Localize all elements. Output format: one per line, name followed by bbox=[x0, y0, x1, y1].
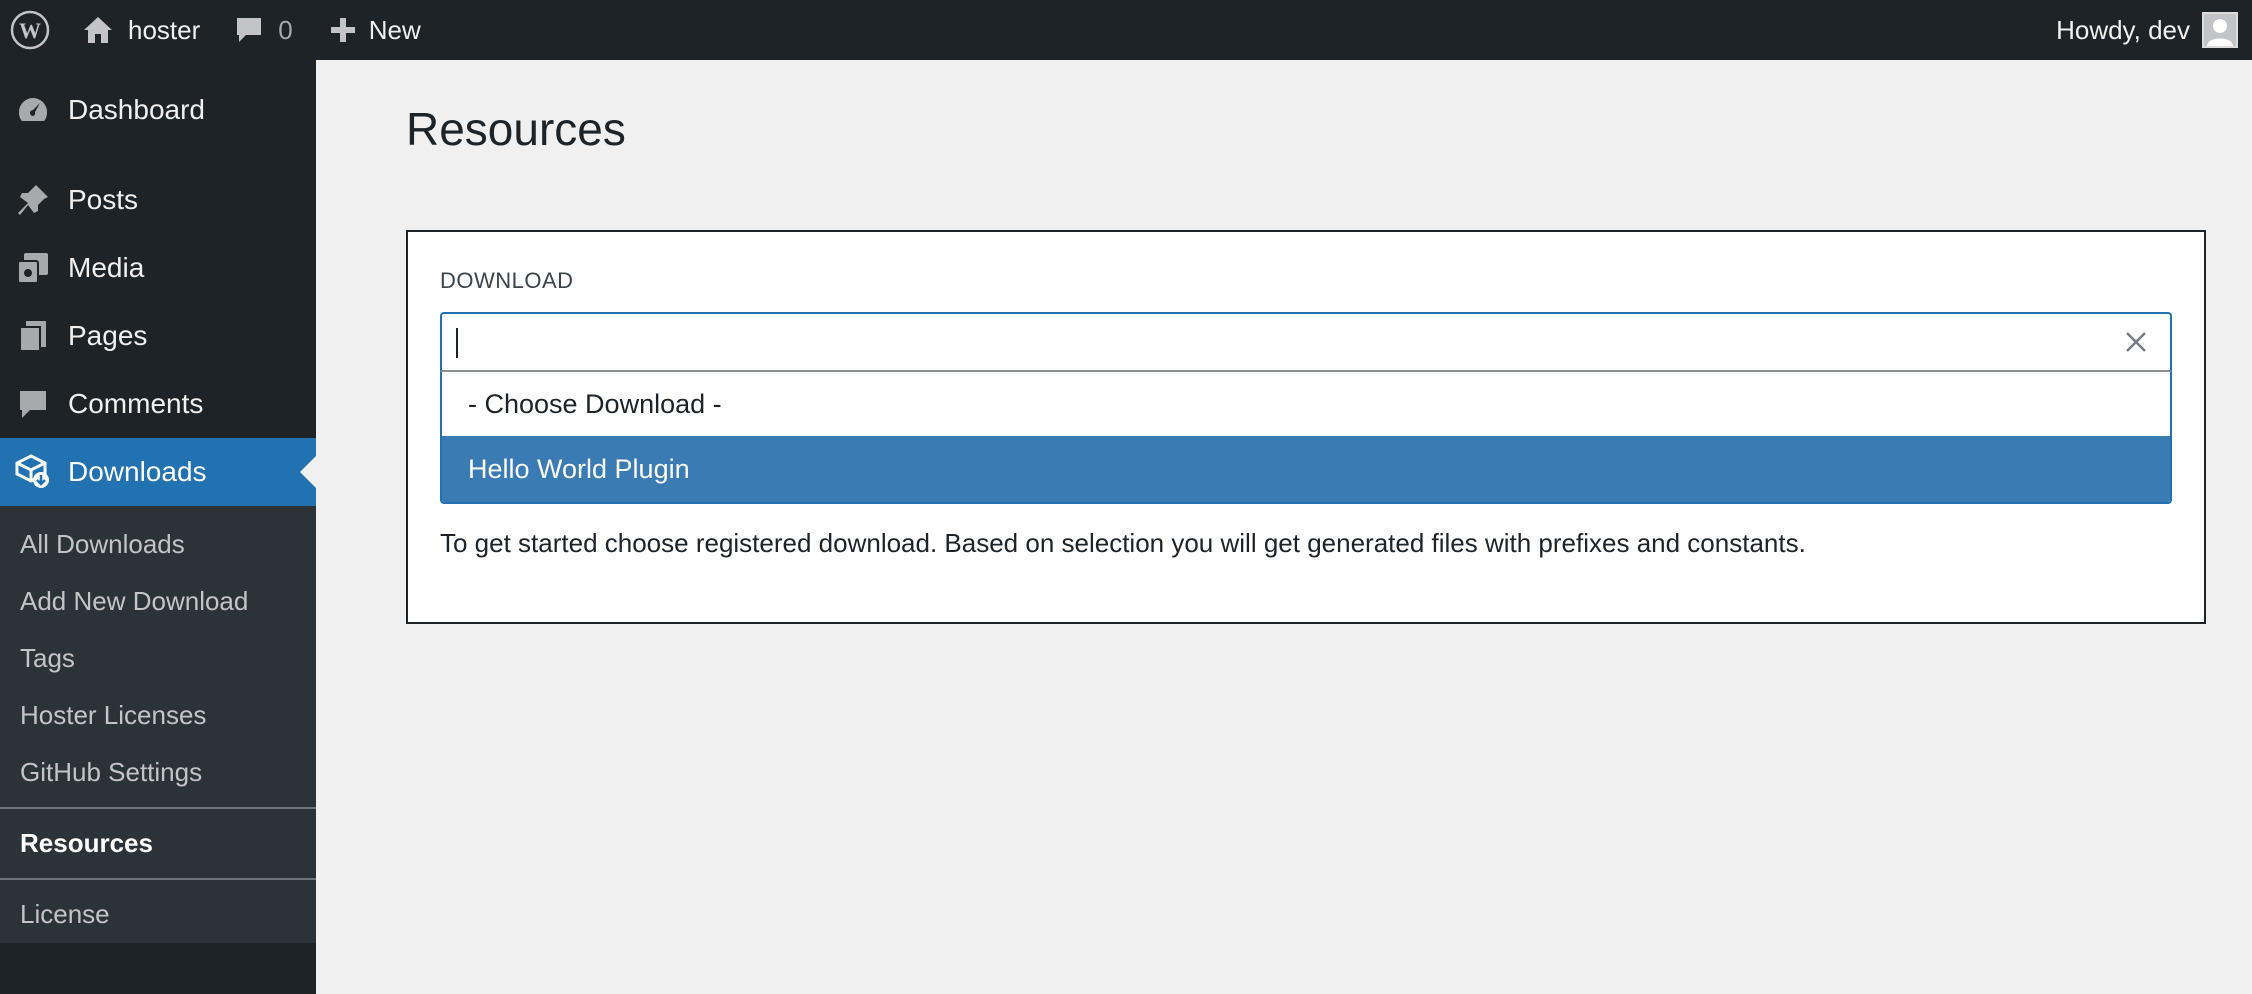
plus-icon bbox=[330, 18, 355, 42]
sidebar-item-label: Comments bbox=[68, 388, 204, 419]
text-caret bbox=[456, 328, 458, 358]
submenu-github-settings[interactable]: GitHub Settings bbox=[0, 744, 316, 801]
help-text: To get started choose registered downloa… bbox=[440, 528, 1806, 558]
sidebar-item-comments[interactable]: Comments bbox=[0, 370, 316, 438]
sidebar-item-label: Posts bbox=[68, 184, 139, 215]
sidebar-item-downloads[interactable]: Downloads bbox=[0, 438, 316, 506]
option-hello-world-plugin[interactable]: Hello World Plugin bbox=[442, 436, 2170, 502]
wordpress-icon: W bbox=[10, 10, 50, 50]
pin-icon bbox=[14, 181, 52, 219]
sidebar-item-pages[interactable]: Pages bbox=[0, 302, 316, 370]
submenu-resources[interactable]: Resources bbox=[0, 815, 316, 872]
submenu-all-downloads[interactable]: All Downloads bbox=[0, 516, 316, 573]
svg-text:W: W bbox=[19, 18, 41, 43]
downloads-submenu: All Downloads Add New Download Tags Host… bbox=[0, 506, 316, 943]
download-select-search[interactable] bbox=[440, 312, 2172, 372]
submenu-divider bbox=[0, 878, 316, 880]
main-content: Resources DOWNLOAD - Choose Download - H… bbox=[316, 60, 2252, 994]
comments-link[interactable]: 0 bbox=[234, 0, 293, 60]
sidebar-item-dashboard[interactable]: Dashboard bbox=[0, 76, 316, 144]
resources-card: DOWNLOAD - Choose Download - Hello World… bbox=[406, 230, 2206, 624]
new-content-button[interactable]: New bbox=[329, 0, 421, 60]
downloads-icon bbox=[14, 453, 52, 491]
submenu-hoster-licenses[interactable]: Hoster Licenses bbox=[0, 687, 316, 744]
submenu-divider bbox=[0, 807, 316, 809]
sidebar-item-label: Dashboard bbox=[68, 94, 205, 125]
sidebar-item-media[interactable]: Media bbox=[0, 234, 316, 302]
download-options-list: - Choose Download - Hello World Plugin bbox=[440, 372, 2172, 504]
option-choose-download[interactable]: - Choose Download - bbox=[442, 372, 2170, 436]
avatar bbox=[2202, 12, 2238, 48]
pages-icon bbox=[14, 317, 52, 355]
comments-count: 0 bbox=[278, 14, 293, 45]
admin-bar: W hoster 0 New Howdy, dev bbox=[0, 0, 2252, 60]
home-icon bbox=[84, 17, 112, 43]
sidebar-item-label: Media bbox=[68, 252, 145, 283]
media-icon bbox=[14, 249, 52, 287]
admin-sidebar: Dashboard Posts Media Pages Comments Dow… bbox=[0, 60, 316, 994]
site-name: hoster bbox=[128, 14, 201, 45]
close-icon bbox=[2126, 332, 2146, 352]
site-home-link[interactable]: hoster bbox=[82, 0, 200, 60]
wordpress-logo-button[interactable]: W bbox=[0, 0, 60, 60]
sidebar-item-label: Pages bbox=[68, 320, 148, 351]
howdy-text: Howdy, dev bbox=[2056, 14, 2190, 45]
new-label: New bbox=[368, 14, 421, 45]
submenu-add-new-download[interactable]: Add New Download bbox=[0, 573, 316, 630]
my-account-menu[interactable]: Howdy, dev bbox=[2056, 0, 2238, 60]
dashboard-icon bbox=[14, 91, 52, 129]
clear-selection-button[interactable] bbox=[2120, 326, 2152, 358]
submenu-tags[interactable]: Tags bbox=[0, 630, 316, 687]
download-field-label: DOWNLOAD bbox=[440, 268, 574, 293]
comment-icon bbox=[14, 385, 52, 423]
sidebar-item-posts[interactable]: Posts bbox=[0, 166, 316, 234]
page-title: Resources bbox=[406, 103, 626, 155]
sidebar-item-label: Downloads bbox=[68, 456, 207, 487]
comment-bubble-icon bbox=[237, 18, 262, 42]
submenu-license[interactable]: License bbox=[0, 886, 316, 943]
user-icon bbox=[2207, 19, 2233, 46]
